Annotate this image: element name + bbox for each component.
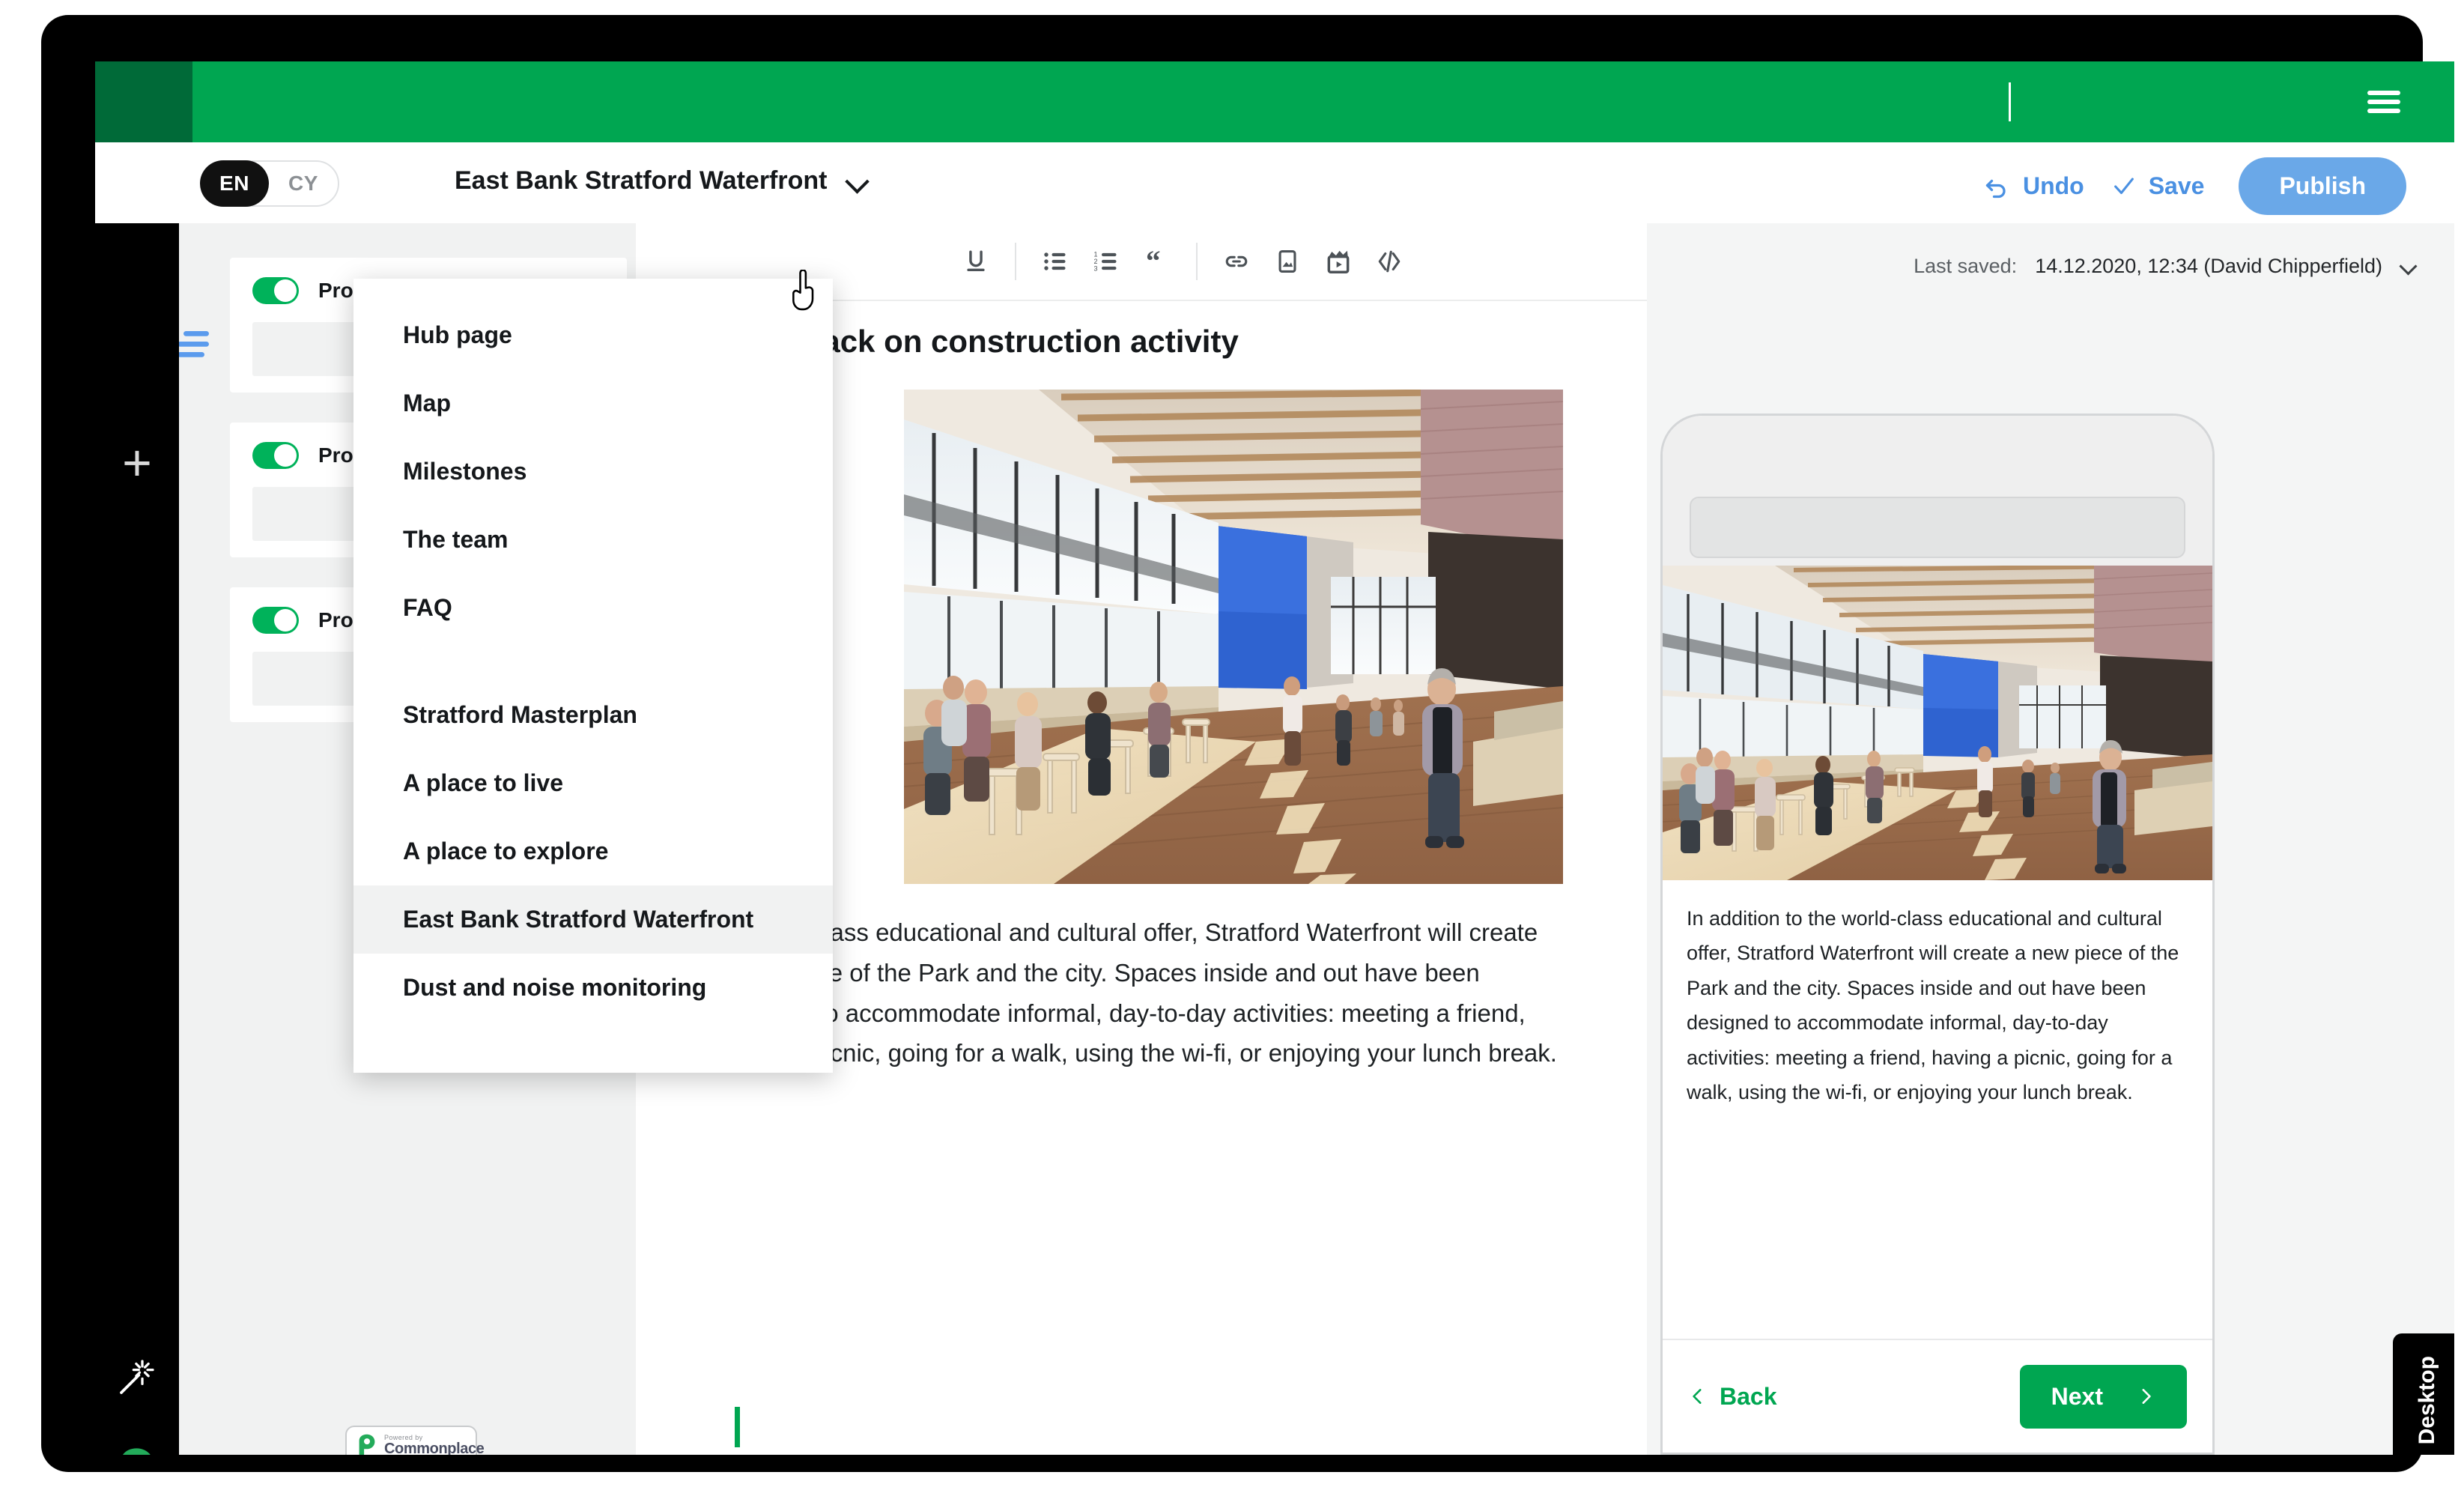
commonplace-p-logo-icon	[359, 1434, 375, 1455]
video-icon[interactable]	[1313, 239, 1364, 284]
next-button[interactable]: Next	[2019, 1364, 2187, 1429]
last-saved-status: Last saved: 14.12.2020, 12:34 (David Chi…	[1914, 255, 2417, 278]
desktop-tab-label: Desktop	[2415, 1355, 2439, 1445]
dropdown-item[interactable]: Hub page	[353, 301, 833, 369]
editor-actions: Undo Save Publish	[1982, 157, 2406, 215]
site-header	[95, 61, 2454, 142]
powered-by-commonplace-badge: Powered by Commonplace	[345, 1426, 485, 1455]
dropdown-item[interactable]: FAQ	[353, 574, 833, 642]
last-saved-value: 14.12.2020, 12:34 (David Chipperfield)	[2035, 255, 2382, 277]
dropdown-item[interactable]: Map	[353, 369, 833, 437]
proposal-toggle[interactable]	[252, 277, 299, 304]
document-heading[interactable]: o feedback on construction activity	[711, 322, 1609, 362]
dropdown-item[interactable]: Stratford Masterplan	[353, 681, 833, 749]
svg-text:3: 3	[1094, 265, 1098, 273]
dropdown-item[interactable]: East Bank Stratford Waterfront	[353, 885, 833, 954]
commonplace-wordmark: Commonplace	[384, 1440, 485, 1456]
proposal-toggle[interactable]	[252, 607, 299, 634]
page-title: East Bank Stratford Waterfront	[455, 166, 828, 195]
editor-toolbar: EN CY East Bank Stratford Waterfront Und…	[95, 142, 2454, 223]
preview-image	[1663, 566, 2212, 880]
page-selector[interactable]: East Bank Stratford Waterfront	[455, 166, 869, 196]
chevron-down-icon[interactable]	[846, 170, 869, 193]
last-saved-label: Last saved:	[1914, 255, 2018, 277]
numbered-list-icon[interactable]: 1 2 3	[1081, 239, 1132, 284]
link-icon[interactable]	[1211, 239, 1262, 284]
dropdown-item[interactable]: Milestones	[353, 437, 833, 506]
hamburger-menu-icon[interactable]	[2367, 91, 2400, 113]
language-toggle[interactable]: EN CY	[200, 160, 339, 207]
mobile-preview-frame: In addition to the world-class education…	[1660, 414, 2215, 1455]
dropdown-item[interactable]: Dust and noise monitoring	[353, 954, 833, 1022]
undo-label: Undo	[2022, 172, 2084, 199]
save-button[interactable]: Save	[2110, 172, 2205, 200]
magic-wand-icon[interactable]	[95, 1354, 179, 1399]
preview-paragraph: In addition to the world-class education…	[1687, 907, 2179, 1104]
back-label: Back	[1720, 1382, 1777, 1410]
dropdown-group: Hub page Map Milestones The team FAQ	[353, 301, 833, 642]
undo-arrow-icon	[1985, 179, 2006, 198]
commonplace-p-logo-icon[interactable]	[95, 1444, 179, 1455]
dropdown-item[interactable]: The team	[353, 506, 833, 574]
toolbar-divider	[1015, 243, 1016, 280]
dropdown-group: Stratford Masterplan A place to live A pla…	[353, 681, 833, 1022]
text-caret	[735, 1407, 740, 1447]
language-option-en[interactable]: EN	[200, 160, 269, 207]
preview-footer-nav: Back Next	[1663, 1339, 2212, 1453]
site-logo-block	[95, 61, 192, 142]
toolbar-divider	[1196, 243, 1198, 280]
blockquote-icon[interactable]: “	[1132, 239, 1183, 284]
underline-icon[interactable]	[950, 239, 1001, 284]
chevron-right-icon	[2142, 1389, 2151, 1404]
dropdown-item[interactable]: A place to live	[353, 749, 833, 817]
chevron-down-icon[interactable]	[2400, 258, 2417, 275]
chevron-left-icon	[1693, 1389, 1702, 1404]
back-button[interactable]: Back	[1688, 1383, 1777, 1411]
preview-panel: Last saved: 14.12.2020, 12:34 (David Chi…	[1647, 223, 2454, 1455]
phone-search-placeholder	[1690, 497, 2185, 558]
svg-text:“: “	[1146, 248, 1161, 275]
image-icon[interactable]	[1262, 239, 1313, 284]
desktop-preview-tab[interactable]: Desktop	[2393, 1333, 2454, 1455]
plus-icon[interactable]: +	[95, 437, 179, 488]
save-label: Save	[2148, 172, 2205, 199]
svg-text:2: 2	[1094, 258, 1098, 265]
dropdown-item[interactable]: A place to explore	[353, 817, 833, 885]
page-dropdown-menu: Hub page Map Milestones The team FAQ Stratfo…	[353, 279, 833, 1073]
proposal-toggle[interactable]	[252, 442, 299, 469]
application-viewport: EN CY East Bank Stratford Waterfront Und…	[95, 61, 2454, 1455]
header-divider	[2009, 82, 2011, 121]
code-icon[interactable]	[1364, 239, 1415, 284]
undo-button[interactable]: Undo	[1982, 172, 2084, 200]
next-label: Next	[2051, 1382, 2103, 1410]
check-icon	[2113, 178, 2134, 194]
document-image[interactable]	[904, 390, 1563, 884]
bullet-list-icon[interactable]	[1030, 239, 1081, 284]
document-paragraph[interactable]: he world-class educational and cultural …	[711, 912, 1557, 1073]
left-icon-rail: +	[95, 223, 179, 1455]
svg-text:1: 1	[1094, 250, 1098, 258]
device-frame: EN CY East Bank Stratford Waterfront Und…	[41, 15, 2454, 1472]
language-option-cy[interactable]: CY	[269, 160, 338, 207]
publish-button[interactable]: Publish	[2239, 157, 2406, 215]
